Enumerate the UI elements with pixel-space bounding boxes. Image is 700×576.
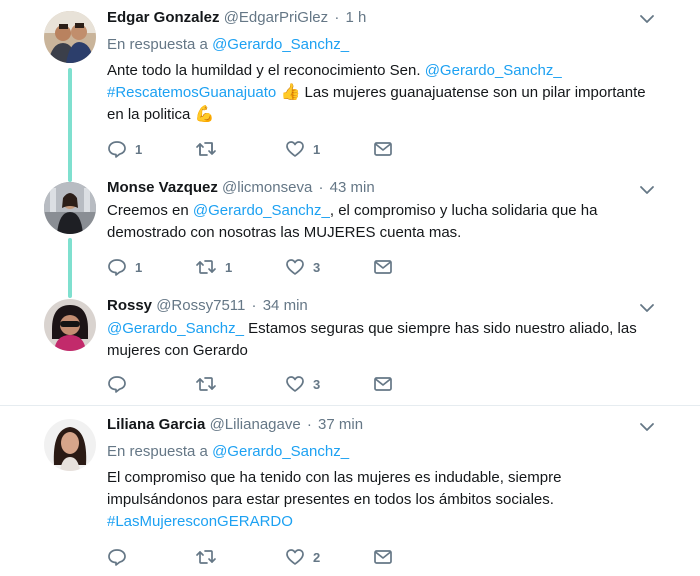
tweet-monse[interactable]: Monse Vazquez @licmonseva · 43 min Creem… xyxy=(0,170,700,288)
reply-button[interactable] xyxy=(107,547,135,567)
like-count: 3 xyxy=(313,376,321,392)
reply-to-handle[interactable]: @Gerardo_Sanchz_ xyxy=(212,443,349,460)
chevron-down-icon[interactable] xyxy=(638,183,656,197)
like-count: 2 xyxy=(313,549,321,565)
envelope-icon xyxy=(373,376,393,392)
retweet-button[interactable] xyxy=(195,547,225,567)
tweet-text: Creemos en @Gerardo_Sanchz_, el compromi… xyxy=(107,200,647,244)
author-handle[interactable]: @EdgarPriGlez xyxy=(224,9,328,26)
tweet-liliana[interactable]: Liliana Garcia @Lilianagave · 37 min En … xyxy=(0,406,700,576)
chevron-down-icon[interactable] xyxy=(638,301,656,315)
retweet-count: 1 xyxy=(225,259,233,275)
reply-button[interactable] xyxy=(107,374,135,394)
reply-context: En respuesta a @Gerardo_Sanchz_ xyxy=(107,442,349,462)
author-handle[interactable]: @Lilianagave xyxy=(210,416,301,433)
tweet-actions: 1 1 3 xyxy=(107,257,407,277)
tweet-text: @Gerardo_Sanchz_ Estamos seguras que sie… xyxy=(107,318,647,362)
tweet-actions: 2 xyxy=(107,547,407,567)
reply-icon xyxy=(107,375,127,393)
retweet-icon xyxy=(195,258,217,276)
like-count: 3 xyxy=(313,259,321,275)
tweet-text: El compromiso que ha tenido con las muje… xyxy=(107,467,647,533)
reply-prefix: En respuesta a xyxy=(107,443,208,460)
chevron-down-icon[interactable] xyxy=(638,12,656,26)
retweet-button[interactable] xyxy=(195,374,225,394)
heart-icon xyxy=(285,548,305,566)
author-name[interactable]: Edgar Gonzalez xyxy=(107,9,220,26)
direct-message-button[interactable] xyxy=(373,547,393,567)
mention-link[interactable]: @Gerardo_Sanchz_ xyxy=(193,202,330,219)
reply-count: 1 xyxy=(135,141,143,157)
avatar[interactable] xyxy=(44,299,96,351)
timestamp[interactable]: 1 h xyxy=(345,9,366,26)
heart-icon xyxy=(285,140,305,158)
like-button[interactable]: 2 xyxy=(285,547,320,567)
like-count: 1 xyxy=(313,141,321,157)
mention-link[interactable]: @Gerardo_Sanchz_ xyxy=(425,62,562,79)
reply-icon xyxy=(107,258,127,276)
flexed-biceps-emoji: 💪 xyxy=(194,106,215,123)
timestamp[interactable]: 43 min xyxy=(330,179,375,196)
tweet-rossy[interactable]: Rossy @Rossy7511 · 34 min @Gerardo_Sanch… xyxy=(0,288,700,405)
direct-message-button[interactable] xyxy=(373,257,393,277)
author-name[interactable]: Rossy xyxy=(107,297,152,314)
separator-dot: · xyxy=(334,9,340,26)
tweet-actions: 3 xyxy=(107,374,407,394)
direct-message-button[interactable] xyxy=(373,139,393,159)
author-name[interactable]: Liliana Garcia xyxy=(107,416,205,433)
author-handle[interactable]: @Rossy7511 xyxy=(156,297,245,314)
avatar[interactable] xyxy=(44,182,96,234)
reply-icon xyxy=(107,548,127,566)
like-button[interactable]: 3 xyxy=(285,374,320,394)
retweet-icon xyxy=(195,375,217,393)
separator-dot: · xyxy=(318,179,324,196)
heart-icon xyxy=(285,375,305,393)
retweet-icon xyxy=(195,548,217,566)
reply-icon xyxy=(107,140,127,158)
heart-icon xyxy=(285,258,305,276)
envelope-icon xyxy=(373,141,393,157)
direct-message-button[interactable] xyxy=(373,374,393,394)
text-part: Ante todo la humildad y el reconocimient… xyxy=(107,62,425,79)
tweet-actions: 1 1 xyxy=(107,139,407,159)
tweet-edgar[interactable]: Edgar Gonzalez @EdgarPriGlez · 1 h En re… xyxy=(0,0,700,170)
chevron-down-icon[interactable] xyxy=(638,420,656,434)
reply-button[interactable]: 1 xyxy=(107,139,142,159)
text-part: El compromiso que ha tenido con las muje… xyxy=(107,469,562,508)
reply-to-handle[interactable]: @Gerardo_Sanchz_ xyxy=(212,36,349,53)
reply-button[interactable]: 1 xyxy=(107,257,142,277)
separator-dot: · xyxy=(306,416,312,433)
like-button[interactable]: 1 xyxy=(285,139,320,159)
envelope-icon xyxy=(373,549,393,565)
author-handle[interactable]: @licmonseva xyxy=(222,179,312,196)
envelope-icon xyxy=(373,259,393,275)
timestamp[interactable]: 34 min xyxy=(263,297,308,314)
author-name[interactable]: Monse Vazquez xyxy=(107,179,218,196)
retweet-button[interactable] xyxy=(195,139,225,159)
avatar[interactable] xyxy=(44,419,96,471)
hashtag-link[interactable]: #LasMujeresconGERARDO xyxy=(107,513,293,530)
mention-link[interactable]: @Gerardo_Sanchz_ xyxy=(107,320,244,337)
reply-context: En respuesta a @Gerardo_Sanchz_ xyxy=(107,35,349,55)
timestamp[interactable]: 37 min xyxy=(318,416,363,433)
avatar[interactable] xyxy=(44,11,96,63)
separator-dot: · xyxy=(251,297,257,314)
retweet-icon xyxy=(195,140,217,158)
tweet-text: Ante todo la humildad y el reconocimient… xyxy=(107,60,647,126)
reply-prefix: En respuesta a xyxy=(107,36,208,53)
reply-count: 1 xyxy=(135,259,143,275)
like-button[interactable]: 3 xyxy=(285,257,320,277)
hashtag-link[interactable]: #RescatemosGuanajuato xyxy=(107,84,276,101)
text-part: Creemos en xyxy=(107,202,193,219)
thumbs-up-emoji: 👍 xyxy=(280,84,301,101)
retweet-button[interactable]: 1 xyxy=(195,257,232,277)
